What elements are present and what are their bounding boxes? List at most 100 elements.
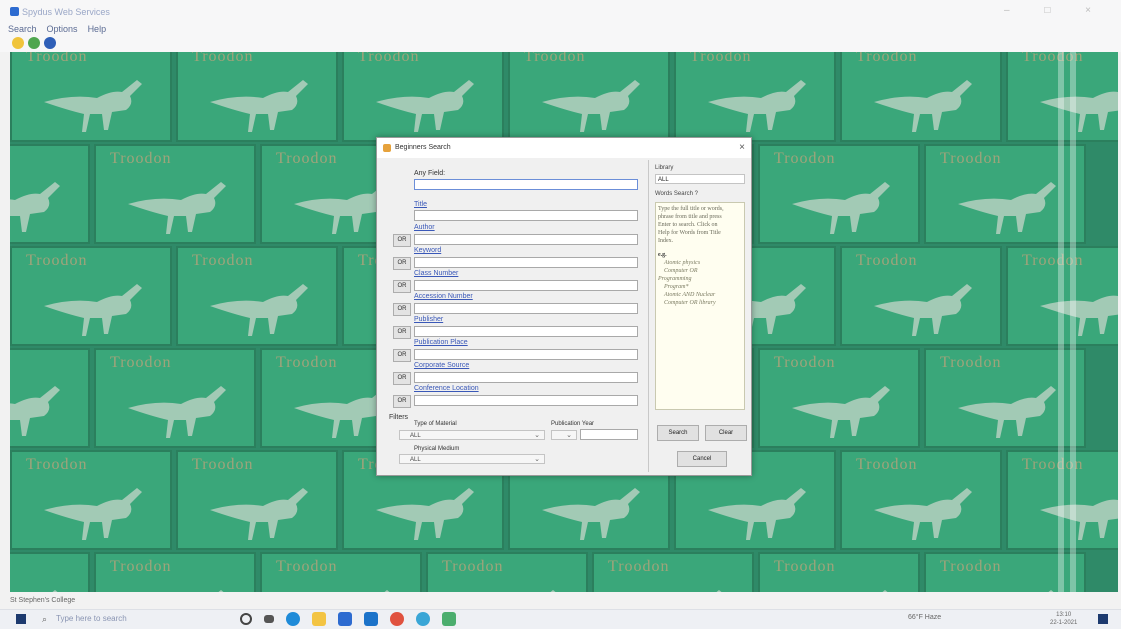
mail-icon[interactable] bbox=[364, 612, 378, 626]
dinosaur-skeleton-icon bbox=[384, 590, 390, 592]
or-toggle-publication-place[interactable]: OR bbox=[393, 349, 411, 362]
close-button[interactable]: × bbox=[1085, 5, 1107, 16]
class-number-input[interactable] bbox=[414, 280, 638, 291]
dinosaur-skeleton-icon bbox=[874, 488, 972, 540]
publication-year-operator-select[interactable]: ⌄ bbox=[551, 430, 577, 440]
field-link-corporate-source[interactable]: Corporate Source bbox=[414, 362, 469, 369]
window-controls[interactable]: – □ × bbox=[1004, 5, 1107, 16]
system-clock[interactable]: 13:10 22-1-2021 bbox=[1050, 611, 1077, 627]
library-value: ALL bbox=[658, 177, 669, 183]
or-toggle-author[interactable]: OR bbox=[393, 234, 411, 247]
taskbar: ⌕ Type here to search 66°F Haze 13:10 22… bbox=[0, 609, 1121, 629]
cancel-button[interactable]: Cancel bbox=[677, 451, 727, 467]
refresh-icon[interactable] bbox=[28, 37, 40, 49]
wallpaper-logo: Troodon bbox=[26, 52, 88, 65]
wallpaper-tile: Troodon bbox=[758, 144, 920, 244]
type-of-material-select[interactable]: ALL ⌄ bbox=[399, 430, 545, 440]
wallpaper-logo: Troodon bbox=[26, 456, 88, 473]
wallpaper-tile: Troodon bbox=[758, 348, 920, 448]
dialog-close-button[interactable]: × bbox=[739, 142, 745, 153]
author-input[interactable] bbox=[414, 234, 638, 245]
search-icon[interactable] bbox=[12, 37, 24, 49]
store-icon[interactable] bbox=[338, 612, 352, 626]
wallpaper-logo: Troodon bbox=[110, 354, 172, 371]
app-icon[interactable] bbox=[416, 612, 430, 626]
notification-icon[interactable] bbox=[1098, 614, 1108, 624]
hint-example: Atomic AND Nuclear bbox=[664, 292, 716, 298]
taskbar-search[interactable]: ⌕ Type here to search bbox=[40, 613, 210, 626]
wallpaper-tile: Troodon bbox=[176, 52, 338, 142]
maximize-button[interactable]: □ bbox=[1044, 5, 1066, 16]
dinosaur-skeleton-icon bbox=[874, 284, 972, 336]
dinosaur-skeleton-icon bbox=[10, 182, 60, 232]
help-icon[interactable] bbox=[44, 37, 56, 49]
dinosaur-skeleton-icon bbox=[958, 386, 1056, 438]
keyword-input[interactable] bbox=[414, 257, 638, 268]
wallpaper-tile: Troodon bbox=[592, 552, 754, 592]
explorer-icon[interactable] bbox=[312, 612, 326, 626]
wallpaper-logo: Troodon bbox=[608, 558, 670, 575]
publication-place-input[interactable] bbox=[414, 349, 638, 360]
wallpaper-tile: Troodon bbox=[10, 348, 90, 448]
hint-eg: e.g. bbox=[658, 252, 667, 258]
app-titlebar: Spydus Web Services – □ × Search Options… bbox=[0, 0, 1121, 52]
or-toggle-keyword[interactable]: OR bbox=[393, 257, 411, 270]
any-field-input[interactable] bbox=[414, 179, 638, 190]
conference-location-input[interactable] bbox=[414, 395, 638, 406]
wallpaper-tile: Troodon bbox=[758, 552, 920, 592]
windows-start-icon[interactable] bbox=[16, 614, 26, 624]
wallpaper-tile: Troodon bbox=[508, 52, 670, 142]
clear-button[interactable]: Clear bbox=[705, 425, 747, 441]
wallpaper-logo: Troodon bbox=[774, 354, 836, 371]
search-button[interactable]: Search bbox=[657, 425, 699, 441]
chrome-icon[interactable] bbox=[390, 612, 404, 626]
or-toggle-accession[interactable]: OR bbox=[393, 303, 411, 316]
wallpaper-logo: Troodon bbox=[276, 150, 338, 167]
title-input[interactable] bbox=[414, 210, 638, 221]
search-type-label: Words Search ? bbox=[655, 191, 698, 197]
field-link-publication-place[interactable]: Publication Place bbox=[414, 339, 468, 346]
chevron-down-icon: ⌄ bbox=[566, 432, 572, 439]
clock-time: 13:10 bbox=[1056, 612, 1072, 618]
app2-icon[interactable] bbox=[442, 612, 456, 626]
or-toggle-conference-location[interactable]: OR bbox=[393, 395, 411, 408]
cortana-icon[interactable] bbox=[240, 613, 252, 625]
field-link-conference-location[interactable]: Conference Location bbox=[414, 385, 479, 392]
hint-line: Enter to search. Click on bbox=[658, 222, 718, 228]
menu-search[interactable]: Search bbox=[8, 24, 37, 34]
wallpaper-logo: Troodon bbox=[276, 354, 338, 371]
physical-medium-select[interactable]: ALL ⌄ bbox=[399, 454, 545, 464]
wallpaper-tile: Troodon bbox=[10, 144, 90, 244]
corporate-source-input[interactable] bbox=[414, 372, 638, 383]
taskbar-apps bbox=[240, 612, 456, 626]
hint-example: Atomic physics bbox=[664, 260, 701, 266]
dinosaur-skeleton-icon bbox=[44, 284, 142, 336]
filters-label: Filters bbox=[389, 414, 409, 421]
or-toggle-publisher[interactable]: OR bbox=[393, 326, 411, 339]
field-link-class-number[interactable]: Class Number bbox=[414, 270, 458, 277]
taskview-icon[interactable] bbox=[264, 615, 274, 623]
field-link-keyword[interactable]: Keyword bbox=[414, 247, 441, 254]
wallpaper-tile: Troodon bbox=[94, 348, 256, 448]
edge-icon[interactable] bbox=[286, 612, 300, 626]
field-link-publisher[interactable]: Publisher bbox=[414, 316, 443, 323]
field-link-accession[interactable]: Accession Number bbox=[414, 293, 473, 300]
wallpaper-logo: Troodon bbox=[276, 558, 338, 575]
field-link-title[interactable]: Title bbox=[414, 201, 427, 208]
or-toggle-class-number[interactable]: OR bbox=[393, 280, 411, 293]
wallpaper-tile: Troodon bbox=[176, 246, 338, 346]
menu-help[interactable]: Help bbox=[88, 24, 107, 34]
minimize-button[interactable]: – bbox=[1004, 5, 1026, 16]
hint-example: Programming bbox=[658, 276, 692, 282]
publisher-input[interactable] bbox=[414, 326, 638, 337]
accession-input[interactable] bbox=[414, 303, 638, 314]
library-select[interactable]: ALL bbox=[655, 174, 745, 184]
publication-year-input[interactable] bbox=[580, 429, 638, 440]
wallpaper-logo: Troodon bbox=[192, 252, 254, 269]
weather-widget[interactable]: 66°F Haze bbox=[908, 614, 941, 621]
hint-line: Help for Words from Title bbox=[658, 230, 721, 236]
search-icon: ⌕ bbox=[42, 614, 48, 624]
or-toggle-corporate-source[interactable]: OR bbox=[393, 372, 411, 385]
menu-options[interactable]: Options bbox=[47, 24, 78, 34]
field-link-author[interactable]: Author bbox=[414, 224, 435, 231]
